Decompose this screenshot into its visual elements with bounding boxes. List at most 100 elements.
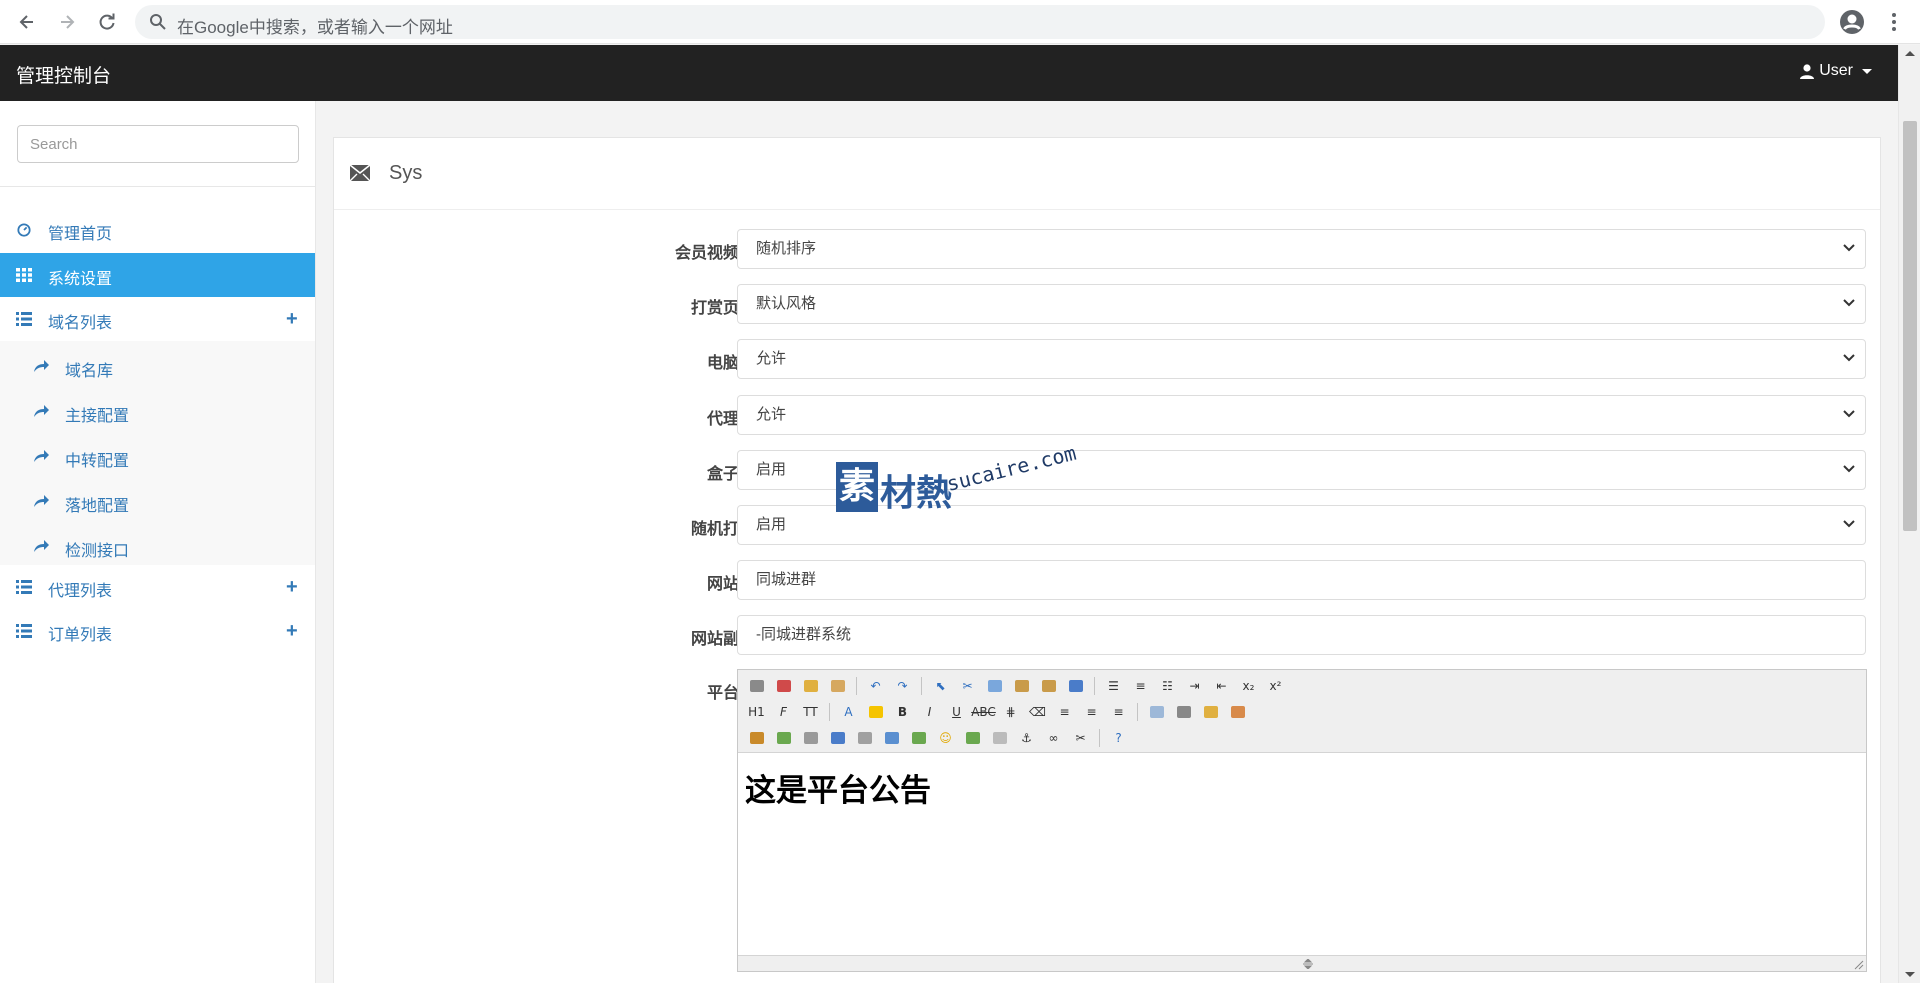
- browser-menu-button[interactable]: [1880, 8, 1908, 36]
- format-brush-icon[interactable]: [800, 676, 821, 696]
- strikethrough-icon[interactable]: ABC: [971, 702, 996, 722]
- agent-upload-select[interactable]: 允许: [737, 395, 1866, 435]
- template-icon[interactable]: [827, 676, 848, 696]
- sidebar-item-order-list[interactable]: 订单列表 +: [0, 609, 315, 653]
- line-height-icon[interactable]: ⋕: [1000, 702, 1021, 722]
- image-manager-icon[interactable]: [962, 728, 983, 748]
- select-all-icon[interactable]: ⬉: [930, 676, 951, 696]
- member-video-sort-select[interactable]: 随机排序: [737, 229, 1866, 269]
- code-icon[interactable]: [1227, 702, 1248, 722]
- sidebar-item-label: 代理列表: [48, 583, 113, 600]
- pc-access-select[interactable]: 允许: [737, 339, 1866, 379]
- brand-title[interactable]: 管理控制台: [16, 61, 111, 88]
- sidebar-search-input[interactable]: [17, 125, 299, 163]
- superscript-icon[interactable]: x²: [1265, 676, 1286, 696]
- page-scrollbar[interactable]: [1898, 45, 1920, 983]
- page-break-insert-icon[interactable]: [989, 728, 1010, 748]
- form-row-box-promotion: 盒子推广 启用: [334, 450, 1880, 490]
- list-icon: [16, 624, 32, 638]
- reward-template-select[interactable]: 默认风格: [737, 284, 1866, 324]
- ordered-list-icon[interactable]: ≡: [1130, 676, 1151, 696]
- subscript-icon[interactable]: x₂: [1238, 676, 1259, 696]
- expand-plus-icon[interactable]: +: [286, 576, 298, 599]
- scrollbar-thumb[interactable]: [1903, 121, 1917, 531]
- font-family-icon[interactable]: F: [773, 702, 794, 722]
- toolbar-separator: [1099, 729, 1100, 747]
- attachment-icon[interactable]: [854, 728, 875, 748]
- page-break-icon[interactable]: [1200, 702, 1221, 722]
- sidebar-item-label: 订单列表: [48, 627, 113, 644]
- source-icon[interactable]: [746, 676, 767, 696]
- submenu-item-main-config[interactable]: 主接配置: [0, 390, 315, 435]
- toolbar-row-1: ↶ ↷ ⬉ ✂ ☰ ≡ ☷ ⇥ ⇤ x₂ x²: [746, 675, 1286, 697]
- anchor-icon[interactable]: ⚓: [1016, 728, 1037, 748]
- paste-text-icon[interactable]: [1038, 676, 1059, 696]
- video-icon[interactable]: [827, 728, 848, 748]
- emoticon-icon[interactable]: ☺: [935, 728, 956, 748]
- expand-plus-icon[interactable]: +: [286, 308, 298, 331]
- drag-grip-icon[interactable]: [1302, 959, 1314, 969]
- help-icon[interactable]: ?: [1108, 728, 1129, 748]
- submenu-item-relay-config[interactable]: 中转配置: [0, 435, 315, 480]
- scroll-down-arrow-icon[interactable]: [1905, 972, 1915, 977]
- multi-image-icon[interactable]: [773, 728, 794, 748]
- fullscreen-icon[interactable]: [773, 676, 794, 696]
- highlight-color-icon[interactable]: [865, 702, 886, 722]
- toolbar-separator: [1137, 703, 1138, 721]
- resize-handle-icon[interactable]: [1854, 960, 1864, 970]
- outdent-icon[interactable]: ⇤: [1211, 676, 1232, 696]
- font-color-icon[interactable]: A: [838, 702, 859, 722]
- italic-icon[interactable]: I: [919, 702, 940, 722]
- account-icon[interactable]: [1838, 8, 1866, 36]
- back-button[interactable]: [13, 8, 41, 36]
- indent-icon[interactable]: ⇥: [1184, 676, 1205, 696]
- site-subtitle-input[interactable]: -同城进群系统: [737, 615, 1866, 655]
- align-center-icon[interactable]: ≡: [1081, 702, 1102, 722]
- table-icon[interactable]: [881, 728, 902, 748]
- forward-button[interactable]: [53, 8, 81, 36]
- underline-icon[interactable]: U: [946, 702, 967, 722]
- print-icon[interactable]: [1173, 702, 1194, 722]
- paste-icon[interactable]: [1011, 676, 1032, 696]
- form-row-agent-upload: 代理上传 允许: [334, 395, 1880, 435]
- align-left-icon[interactable]: ≡: [1054, 702, 1075, 722]
- flash-icon[interactable]: [800, 728, 821, 748]
- paste-word-icon[interactable]: [1065, 676, 1086, 696]
- reload-icon: [99, 13, 115, 30]
- justify-icon[interactable]: ☰: [1103, 676, 1124, 696]
- announcement-editor[interactable]: ↶ ↷ ⬉ ✂ ☰ ≡ ☷ ⇥ ⇤ x₂ x² H1 F TT A B I U …: [737, 669, 1867, 972]
- insert-image-icon[interactable]: [746, 728, 767, 748]
- bold-icon[interactable]: B: [892, 702, 913, 722]
- redo-icon[interactable]: ↷: [892, 676, 913, 696]
- heading-icon[interactable]: H1: [746, 702, 767, 722]
- submenu-item-domain-library[interactable]: 域名库: [0, 345, 315, 390]
- address-bar[interactable]: 在Google中搜索，或者输入一个网址: [135, 5, 1825, 39]
- copy-icon[interactable]: [984, 676, 1005, 696]
- unordered-list-icon[interactable]: ☷: [1157, 676, 1178, 696]
- link-icon[interactable]: ∞: [1043, 728, 1064, 748]
- unlink-icon[interactable]: ✂: [1070, 728, 1091, 748]
- preview-icon[interactable]: [1146, 702, 1167, 722]
- font-size-icon[interactable]: TT: [800, 702, 821, 722]
- sidebar-item-agent-list[interactable]: 代理列表 +: [0, 565, 315, 609]
- submenu-item-check-api[interactable]: 检测接口: [0, 525, 315, 570]
- cut-icon[interactable]: ✂: [957, 676, 978, 696]
- sidebar-item-dashboard[interactable]: 管理首页: [0, 208, 315, 252]
- form-row-random-reward-count: 随机打赏数 启用: [334, 505, 1880, 545]
- panel-title: Sys: [389, 162, 423, 184]
- user-menu-toggle[interactable]: User: [1800, 62, 1872, 80]
- undo-icon[interactable]: ↶: [865, 676, 886, 696]
- editor-content[interactable]: 这是平台公告: [745, 765, 931, 810]
- site-title-input[interactable]: 同城进群: [737, 560, 1866, 600]
- horizontal-rule-icon[interactable]: [908, 728, 929, 748]
- reload-button[interactable]: [93, 8, 121, 36]
- submenu-item-landing-config[interactable]: 落地配置: [0, 480, 315, 525]
- remove-format-icon[interactable]: ⌫: [1027, 702, 1048, 722]
- sidebar-item-domain-list[interactable]: 域名列表 +: [0, 297, 315, 341]
- share-arrow-icon: [34, 360, 49, 372]
- expand-plus-icon[interactable]: +: [286, 620, 298, 643]
- scroll-up-arrow-icon[interactable]: [1905, 51, 1915, 56]
- domain-submenu: 域名库 主接配置 中转配置 落地配置 检测接口: [0, 341, 315, 565]
- align-right-icon[interactable]: ≡: [1108, 702, 1129, 722]
- sidebar-item-system-settings[interactable]: 系统设置: [0, 253, 315, 297]
